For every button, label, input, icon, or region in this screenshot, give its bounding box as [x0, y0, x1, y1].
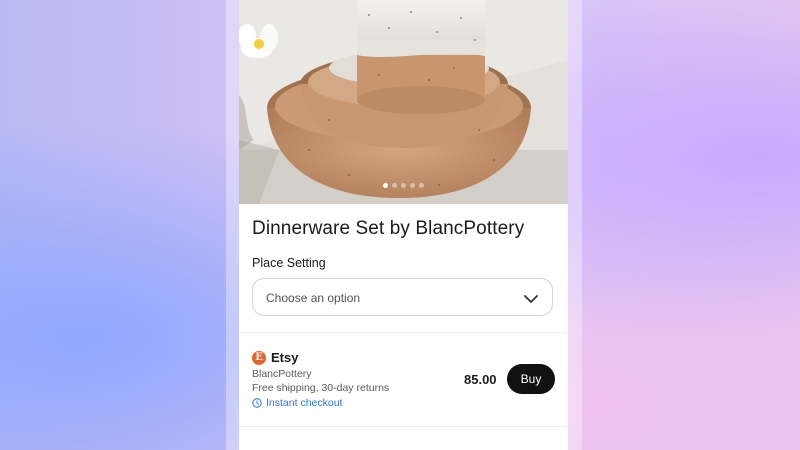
carousel-dot[interactable] — [410, 183, 415, 188]
buy-button[interactable]: Buy — [507, 364, 555, 394]
shipping-info: Free shipping, 30-day returns — [252, 382, 390, 394]
carousel-dot[interactable] — [401, 183, 406, 188]
seller-name: BlancPottery — [252, 368, 312, 380]
pottery-photo-icon — [239, 0, 568, 204]
carousel-dot[interactable] — [392, 183, 397, 188]
merchant-header: E Etsy — [252, 350, 298, 365]
divider — [239, 332, 568, 333]
info-icon — [252, 398, 262, 408]
place-setting-select[interactable]: Choose an option — [252, 278, 553, 316]
select-placeholder: Choose an option — [266, 291, 361, 305]
merchant-name: Etsy — [271, 350, 299, 365]
product-title: Dinnerware Set by BlancPottery — [252, 218, 525, 239]
instant-checkout-link[interactable]: Instant checkout — [252, 397, 342, 409]
option-label: Place Setting — [252, 256, 326, 270]
carousel-dot[interactable] — [419, 183, 424, 188]
product-card: Dinnerware Set by BlancPottery Place Set… — [239, 0, 568, 450]
carousel-dot-active[interactable] — [383, 183, 388, 188]
product-image[interactable] — [239, 0, 568, 204]
chevron-down-icon — [524, 291, 538, 309]
instant-checkout-label: Instant checkout — [266, 397, 343, 409]
divider — [239, 426, 568, 427]
carousel-dots[interactable] — [239, 183, 568, 191]
price: 85.00 — [464, 372, 497, 387]
etsy-logo-icon: E — [252, 350, 266, 365]
